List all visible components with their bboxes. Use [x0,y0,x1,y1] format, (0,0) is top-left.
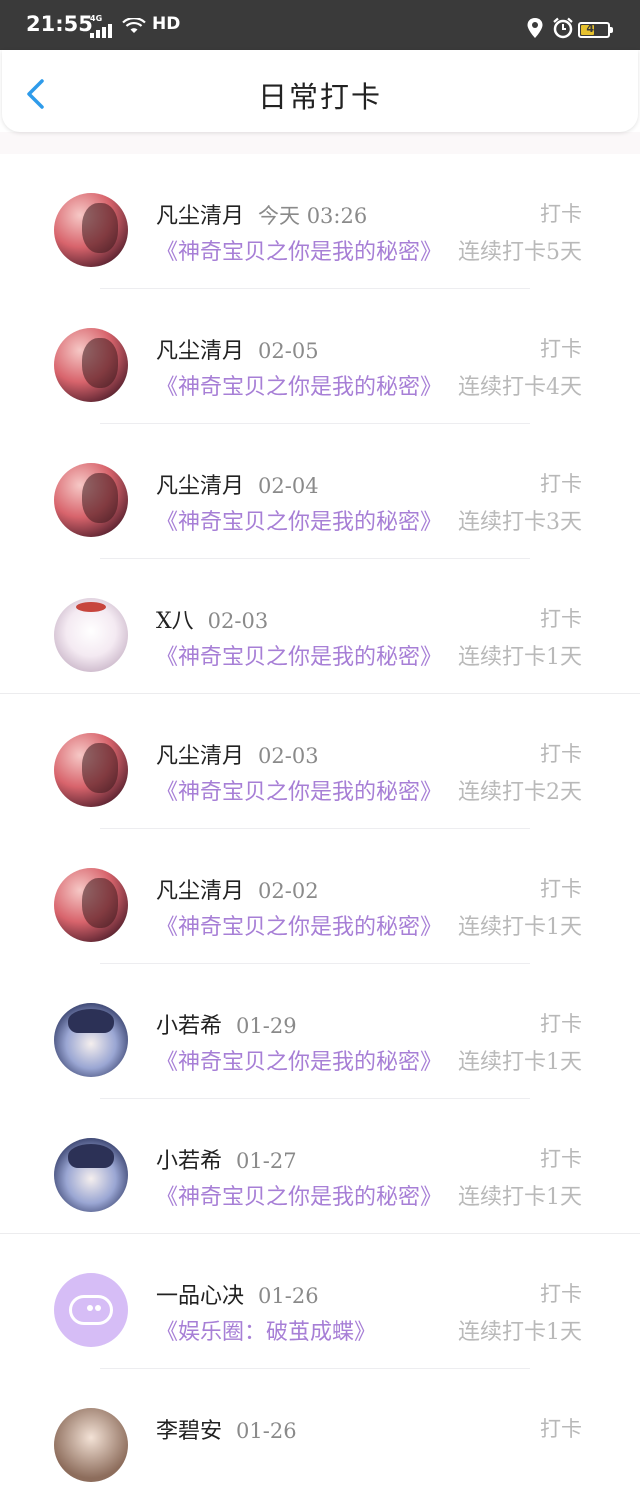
checkin-action[interactable]: 打卡 [540,1008,582,1038]
avatar[interactable] [54,868,128,942]
alarm-icon [553,17,573,39]
topic-link[interactable]: 《神奇宝贝之你是我的秘密》 [156,234,442,266]
list-item[interactable]: 凡尘清月 02-03 打卡 《神奇宝贝之你是我的秘密》 连续打卡2天 [0,694,640,829]
avatar[interactable] [54,1408,128,1482]
list-item[interactable]: 小若希 01-27 打卡 《神奇宝贝之你是我的秘密》 连续打卡1天 [0,1099,640,1234]
topic-link[interactable]: 《娱乐圈：破茧成蝶》 [156,1314,376,1346]
checkin-action[interactable]: 打卡 [540,468,582,498]
streak-text: 连续打卡2天 [458,780,582,805]
page-header: 日常打卡 [2,50,638,132]
checkin-action[interactable]: 打卡 [540,603,582,633]
header-spacer [0,132,640,154]
avatar[interactable] [54,1138,128,1212]
avatar[interactable] [54,193,128,267]
topic-link[interactable]: 《神奇宝贝之你是我的秘密》 [156,639,442,671]
wifi-icon [122,18,146,33]
checkin-date: 02-05 [258,339,319,363]
user-name[interactable]: 小若希 [156,1014,222,1039]
avatar[interactable] [54,463,128,537]
topic-link[interactable]: 《神奇宝贝之你是我的秘密》 [156,1179,442,1211]
location-icon [527,18,543,38]
user-name[interactable]: 凡尘清月 [156,474,244,499]
checkin-action[interactable]: 打卡 [540,1143,582,1173]
checkin-action[interactable]: 打卡 [540,738,582,768]
streak-text: 连续打卡1天 [458,1185,582,1210]
streak-text: 连续打卡1天 [458,915,582,940]
checkin-action[interactable]: 打卡 [540,1413,582,1443]
checkin-date: 今天 03:26 [258,204,368,228]
user-name[interactable]: 凡尘清月 [156,879,244,904]
avatar[interactable] [54,598,128,672]
user-name[interactable]: 李碧安 [156,1419,222,1444]
checkin-action[interactable]: 打卡 [540,1278,582,1308]
checkin-date: 02-03 [258,744,319,768]
checkin-date: 02-04 [258,474,319,498]
list-item[interactable]: 李碧安 01-26 打卡 [0,1369,640,1504]
avatar[interactable] [54,1003,128,1077]
topic-link[interactable]: 《神奇宝贝之你是我的秘密》 [156,504,442,536]
hd-label: HD [152,14,181,34]
user-name[interactable]: 一品心决 [156,1284,244,1309]
list-item[interactable]: 凡尘清月 今天 03:26 打卡 《神奇宝贝之你是我的秘密》 连续打卡5天 [0,154,640,289]
topic-link[interactable]: 《神奇宝贝之你是我的秘密》 [156,774,442,806]
list-item[interactable]: 凡尘清月 02-04 打卡 《神奇宝贝之你是我的秘密》 连续打卡3天 [0,424,640,559]
user-name[interactable]: 凡尘清月 [156,744,244,769]
checkin-list: 凡尘清月 今天 03:26 打卡 《神奇宝贝之你是我的秘密》 连续打卡5天 凡尘清… [0,154,640,1504]
user-name[interactable]: X八 [156,609,194,634]
topic-link[interactable]: 《神奇宝贝之你是我的秘密》 [156,909,442,941]
checkin-date: 01-26 [236,1419,297,1443]
signal-icon [90,19,114,38]
checkin-date: 01-27 [236,1149,297,1173]
user-name[interactable]: 凡尘清月 [156,339,244,364]
topic-link[interactable]: 《神奇宝贝之你是我的秘密》 [156,369,442,401]
user-name[interactable]: 小若希 [156,1149,222,1174]
list-item[interactable]: X八 02-03 打卡 《神奇宝贝之你是我的秘密》 连续打卡1天 [0,559,640,694]
avatar-placeholder-icon[interactable] [54,1273,128,1347]
list-item[interactable]: 一品心决 01-26 打卡 《娱乐圈：破茧成蝶》 连续打卡1天 [0,1234,640,1369]
page-title: 日常打卡 [257,80,382,114]
streak-text: 连续打卡1天 [458,1320,582,1345]
checkin-date: 02-03 [207,609,269,633]
list-item[interactable]: 凡尘清月 02-05 打卡 《神奇宝贝之你是我的秘密》 连续打卡4天 [0,289,640,424]
streak-text: 连续打卡3天 [458,510,582,535]
status-bar: 21:55 4G HD 47 [0,0,640,50]
streak-text: 连续打卡1天 [458,1050,582,1075]
checkin-date: 01-29 [236,1014,297,1038]
list-item[interactable]: 凡尘清月 02-02 打卡 《神奇宝贝之你是我的秘密》 连续打卡1天 [0,829,640,964]
avatar[interactable] [54,733,128,807]
streak-text: 连续打卡5天 [458,240,582,265]
battery-level: 47 [586,22,602,35]
checkin-date: 02-02 [258,879,319,903]
battery-icon: 47 [578,22,613,38]
user-name[interactable]: 凡尘清月 [156,204,244,229]
streak-text: 连续打卡1天 [458,645,582,670]
status-time: 21:55 [26,12,93,36]
checkin-action[interactable]: 打卡 [540,873,582,903]
checkin-action[interactable]: 打卡 [540,333,582,363]
avatar[interactable] [54,328,128,402]
streak-text: 连续打卡4天 [458,375,582,400]
checkin-action[interactable]: 打卡 [540,198,582,228]
list-item[interactable]: 小若希 01-29 打卡 《神奇宝贝之你是我的秘密》 连续打卡1天 [0,964,640,1099]
topic-link[interactable]: 《神奇宝贝之你是我的秘密》 [156,1044,442,1076]
checkin-date: 01-26 [258,1284,319,1308]
